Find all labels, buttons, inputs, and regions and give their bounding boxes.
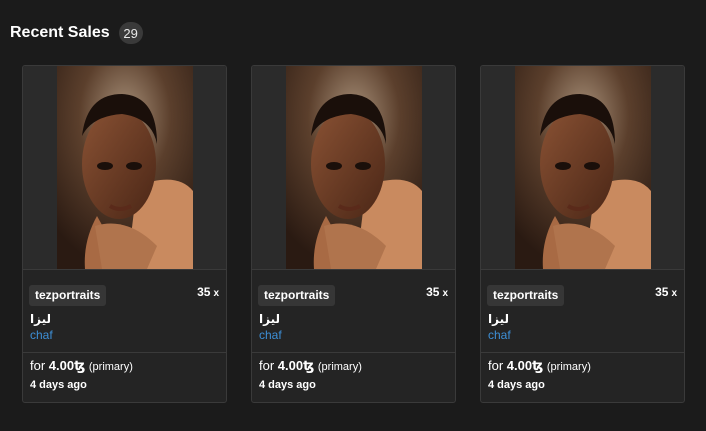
artwork-frame[interactable] <box>252 66 455 270</box>
artwork-frame[interactable] <box>481 66 684 270</box>
sale-meta: tezportraits 35 x لیزا chaf <box>252 270 455 353</box>
collection-link[interactable]: chaf <box>488 328 511 342</box>
editions-count: 35 x <box>426 285 448 299</box>
sale-meta: tezportraits 35 x لیزا chaf <box>23 270 226 353</box>
portrait-painting-icon[interactable] <box>286 66 422 269</box>
artwork-title[interactable]: لیزا <box>259 312 280 326</box>
sale-card[interactable]: tezportraits 35 x لیزا chaf for 4.00ꜩ (pr… <box>480 65 685 403</box>
sale-price: for 4.00ꜩ (primary) <box>488 358 591 373</box>
sale-time: 4 days ago <box>488 379 545 391</box>
creator-tag[interactable]: tezportraits <box>487 285 565 306</box>
sale-price: for 4.00ꜩ (primary) <box>30 358 133 373</box>
price-amount: 4.00ꜩ <box>48 358 86 373</box>
collection-link[interactable]: chaf <box>259 328 282 342</box>
sale-time: 4 days ago <box>30 379 87 391</box>
editions-count: 35 x <box>197 285 219 299</box>
page-title: Recent Sales <box>10 24 110 41</box>
sales-count-badge: 29 <box>118 22 143 44</box>
portrait-painting-icon[interactable] <box>57 66 193 269</box>
sale-type: (primary) <box>546 361 591 373</box>
sale-type: (primary) <box>317 361 362 373</box>
sale-meta: tezportraits 35 x لیزا chaf <box>481 270 684 353</box>
sale-price: for 4.00ꜩ (primary) <box>259 358 362 373</box>
sale-card[interactable]: tezportraits 35 x لیزا chaf for 4.00ꜩ (pr… <box>251 65 456 403</box>
editions-count: 35 x <box>655 285 677 299</box>
sales-list: tezportraits 35 x لیزا chaf for 4.00ꜩ (pr… <box>22 65 685 403</box>
price-amount: 4.00ꜩ <box>277 358 315 373</box>
sale-card[interactable]: tezportraits 35 x لیزا chaf for 4.00ꜩ (pr… <box>22 65 227 403</box>
collection-link[interactable]: chaf <box>30 328 53 342</box>
artwork-title[interactable]: لیزا <box>30 312 51 326</box>
creator-tag[interactable]: tezportraits <box>29 285 107 306</box>
artwork-title[interactable]: لیزا <box>488 312 509 326</box>
price-amount: 4.00ꜩ <box>506 358 544 373</box>
recent-sales-header: Recent Sales 29 <box>10 22 143 44</box>
portrait-painting-icon[interactable] <box>515 66 651 269</box>
artwork-frame[interactable] <box>23 66 226 270</box>
sale-time: 4 days ago <box>259 379 316 391</box>
sale-type: (primary) <box>88 361 133 373</box>
creator-tag[interactable]: tezportraits <box>258 285 336 306</box>
